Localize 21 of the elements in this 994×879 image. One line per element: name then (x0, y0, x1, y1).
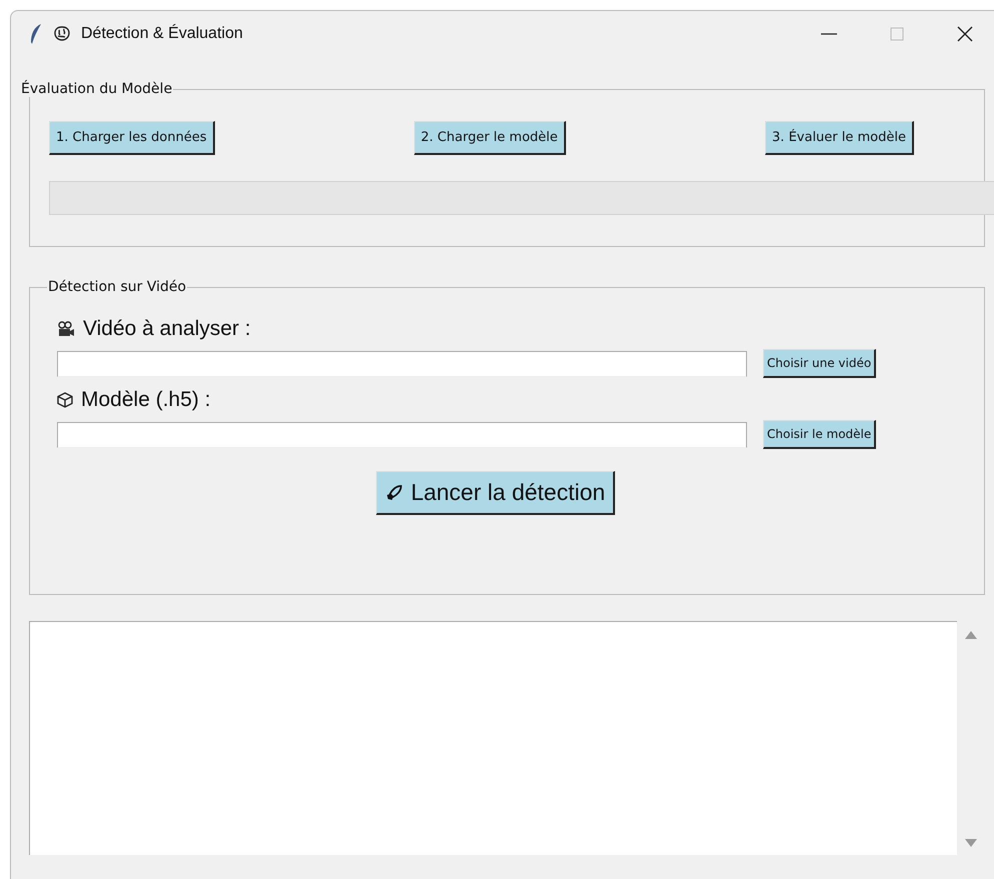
maximize-icon[interactable] (890, 27, 904, 41)
scroll-down-icon[interactable] (965, 839, 977, 847)
action-button[interactable]: 2. Charger le modèle (414, 121, 566, 155)
feather-icon (29, 23, 43, 45)
field-label: Modèle (.h5) : (81, 388, 211, 412)
scroll-up-icon[interactable] (965, 631, 977, 639)
browse-button[interactable]: Choisir une vidéo (763, 349, 876, 378)
field-label: Vidéo à analyser : (83, 317, 251, 341)
action-button[interactable]: 3. Évaluer le modèle (765, 121, 914, 155)
video-camera-icon (57, 321, 75, 337)
close-icon[interactable] (956, 25, 974, 43)
package-icon (57, 392, 73, 408)
window-title: Détection & Évaluation (81, 25, 243, 43)
path-input-field[interactable] (57, 350, 747, 376)
browse-button[interactable]: Choisir le modèle (763, 420, 876, 449)
path-input-field[interactable] (57, 422, 747, 448)
action-button[interactable]: 1. Charger les données (49, 121, 215, 155)
rocket-icon (384, 484, 403, 502)
launch-button[interactable]: Lancer la détection (376, 471, 616, 515)
frame-title: Évaluation du Modèle (20, 81, 174, 97)
frame-title: Détection sur Vidéo (47, 279, 188, 295)
